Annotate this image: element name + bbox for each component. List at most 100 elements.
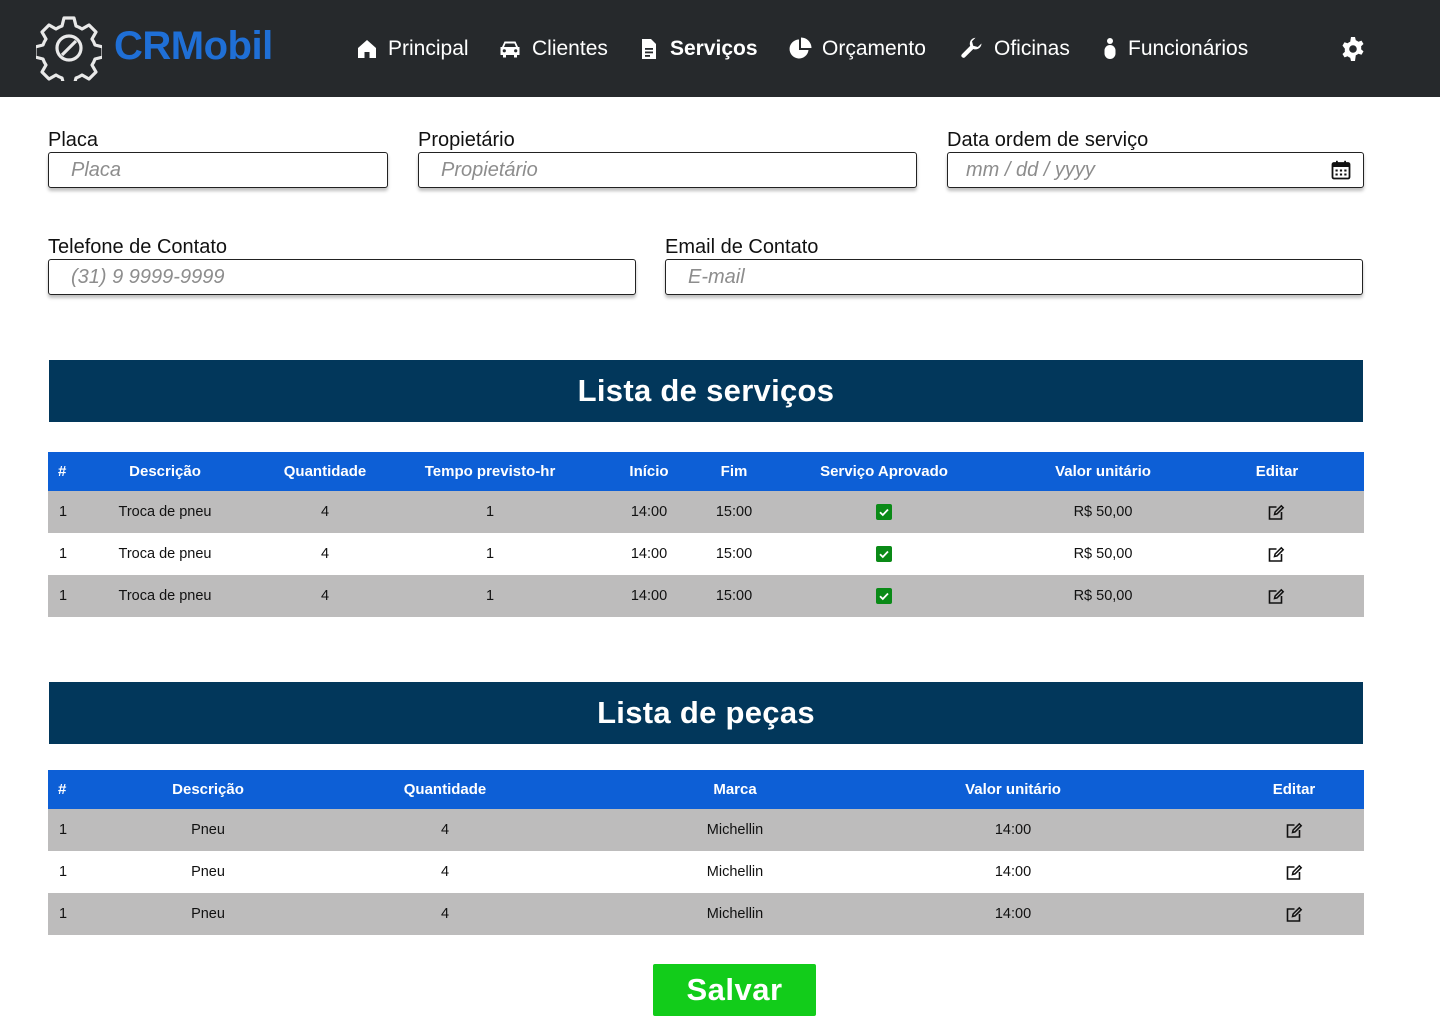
check-icon — [879, 592, 889, 601]
row-id: 1 — [59, 864, 68, 880]
proprietario-field — [418, 152, 917, 188]
row-editar — [1268, 533, 1285, 575]
pecas-table: # Descrição Quantidade Marca Valor unitá… — [48, 770, 1364, 935]
row-descricao: Pneu — [191, 864, 225, 880]
pecas-row: 1 Pneu 4 Michellin 14:00 — [48, 851, 1364, 893]
servicos-row: 1 Troca de pneu 4 1 14:00 15:00 R$ 50,00 — [48, 491, 1364, 533]
servicos-row: 1 Troca de pneu 4 1 14:00 15:00 R$ 50,00 — [48, 533, 1364, 575]
nav-servicos-label: Serviços — [670, 37, 758, 60]
proprietario-input[interactable] — [441, 158, 898, 182]
col-descricao: Descrição — [129, 463, 201, 480]
row-tempo: 1 — [485, 588, 495, 604]
nav-orcamento-label: Orçamento — [822, 37, 926, 60]
row-editar — [1268, 575, 1285, 617]
row-valor: R$ 50,00 — [1073, 504, 1133, 520]
top-navbar: CRMobil Principal Clientes Serviços Orça… — [0, 0, 1440, 97]
row-inicio: 14:00 — [630, 504, 668, 520]
approved-checkbox[interactable] — [876, 588, 892, 604]
nav-oficinas-label: Oficinas — [994, 37, 1070, 60]
pecas-row: 1 Pneu 4 Michellin 14:00 — [48, 809, 1364, 851]
save-button[interactable]: Salvar — [653, 964, 816, 1016]
data-ordem-field — [947, 152, 1364, 188]
placa-field — [48, 152, 388, 188]
row-fim: 15:00 — [715, 504, 753, 520]
telefone-field — [48, 259, 636, 295]
telefone-input[interactable] — [71, 265, 617, 289]
row-descricao: Pneu — [191, 822, 225, 838]
wrench-icon — [961, 37, 982, 58]
car-icon — [500, 41, 520, 58]
pecas-table-header: # Descrição Quantidade Marca Valor unitá… — [48, 770, 1364, 809]
col-aprovado: Serviço Aprovado — [820, 463, 948, 480]
col-valor: Valor unitário — [965, 781, 1061, 798]
row-fim: 15:00 — [715, 546, 753, 562]
row-quantidade: 4 — [320, 546, 330, 562]
row-descricao: Pneu — [191, 906, 225, 922]
nav-servicos[interactable]: Serviços — [638, 34, 758, 64]
edit-icon[interactable] — [1286, 906, 1303, 923]
nav-funcionarios-label: Funcionários — [1128, 37, 1249, 60]
row-editar — [1286, 809, 1303, 851]
row-tempo: 1 — [485, 504, 495, 520]
row-marca: Michellin — [706, 906, 764, 922]
row-id: 1 — [59, 588, 68, 604]
edit-icon[interactable] — [1268, 588, 1285, 605]
email-field — [665, 259, 1363, 295]
document-icon — [642, 39, 656, 59]
col-valor: Valor unitário — [1055, 463, 1151, 480]
nav-principal[interactable]: Principal — [356, 34, 469, 64]
row-editar — [1268, 491, 1285, 533]
row-id: 1 — [59, 822, 68, 838]
col-descricao: Descrição — [172, 781, 244, 798]
placa-input[interactable] — [71, 158, 369, 182]
row-editar — [1286, 893, 1303, 935]
nav-funcionarios[interactable]: Funcionários — [1102, 34, 1248, 64]
edit-icon[interactable] — [1286, 822, 1303, 839]
data-ordem-label: Data ordem de serviço — [947, 129, 1149, 151]
row-valor: R$ 50,00 — [1073, 588, 1133, 604]
row-fim: 15:00 — [715, 588, 753, 604]
row-valor: 14:00 — [994, 906, 1032, 922]
nav-oficinas[interactable]: Oficinas — [960, 34, 1070, 64]
nav-principal-label: Principal — [388, 37, 469, 60]
col-fim: Fim — [720, 463, 748, 480]
pecas-section-title: Lista de peças — [49, 682, 1363, 744]
row-id: 1 — [59, 546, 68, 562]
approved-checkbox[interactable] — [876, 546, 892, 562]
edit-icon[interactable] — [1268, 504, 1285, 521]
servicos-table-header: # Descrição Quantidade Tempo previsto-hr… — [48, 452, 1364, 491]
row-aprovado — [876, 575, 892, 617]
placa-label: Placa — [48, 129, 99, 151]
col-editar: Editar — [1272, 781, 1316, 798]
row-valor: R$ 50,00 — [1073, 546, 1133, 562]
col-quantidade: Quantidade — [403, 781, 487, 798]
nav-clientes[interactable]: Clientes — [498, 34, 608, 64]
edit-icon[interactable] — [1268, 546, 1285, 563]
gear-icon[interactable] — [1340, 36, 1366, 62]
row-marca: Michellin — [706, 864, 764, 880]
row-descricao: Troca de pneu — [118, 546, 212, 562]
proprietario-label: Propietário — [418, 129, 515, 151]
row-quantidade: 4 — [320, 504, 330, 520]
servicos-table: # Descrição Quantidade Tempo previsto-hr… — [48, 452, 1364, 617]
row-quantidade: 4 — [440, 822, 450, 838]
person-icon — [1104, 38, 1116, 59]
brand-name[interactable]: CRMobil — [114, 24, 273, 69]
row-id: 1 — [59, 906, 68, 922]
approved-checkbox[interactable] — [876, 504, 892, 520]
col-tempo: Tempo previsto-hr — [424, 463, 556, 480]
servicos-row: 1 Troca de pneu 4 1 14:00 15:00 R$ 50,00 — [48, 575, 1364, 617]
nav-orcamento[interactable]: Orçamento — [788, 34, 926, 64]
telefone-label: Telefone de Contato — [48, 236, 228, 258]
pecas-row: 1 Pneu 4 Michellin 14:00 — [48, 893, 1364, 935]
data-ordem-input[interactable] — [966, 158, 1341, 182]
email-input[interactable] — [688, 265, 1344, 289]
row-aprovado — [876, 491, 892, 533]
pie-chart-icon — [789, 37, 812, 59]
row-aprovado — [876, 533, 892, 575]
row-inicio: 14:00 — [630, 546, 668, 562]
calendar-icon[interactable] — [1331, 160, 1351, 180]
row-descricao: Troca de pneu — [118, 588, 212, 604]
col-quantidade: Quantidade — [283, 463, 367, 480]
edit-icon[interactable] — [1286, 864, 1303, 881]
